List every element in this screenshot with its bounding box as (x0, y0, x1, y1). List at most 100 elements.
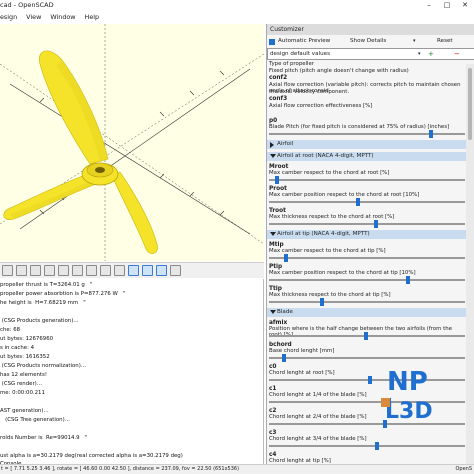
param-description: Max camber position respect to the chord… (269, 192, 420, 198)
param-slider[interactable] (269, 442, 465, 450)
view-center-icon[interactable] (100, 265, 111, 276)
np3d-logo: NP L3D (381, 367, 433, 424)
slider-thumb[interactable] (373, 220, 378, 228)
view-toolbar (0, 262, 264, 278)
chevron-down-icon: ▾ (413, 38, 416, 44)
add-preset-icon[interactable]: + (428, 50, 434, 58)
view-top-icon[interactable] (2, 265, 13, 276)
param-slider[interactable] (269, 176, 465, 184)
param-description: Axial flow correction effectiveness [%] (269, 103, 373, 109)
console-line: ut bytes: 12676960 (0, 336, 54, 342)
param-description: Chord lenght at 3/4 of the blade [%] (269, 436, 367, 442)
show-scale-icon[interactable] (156, 265, 167, 276)
param-slider[interactable] (269, 254, 465, 262)
console-line: AST generation)... (0, 408, 49, 414)
auto-preview-label: Automatic Preview (278, 38, 331, 44)
console-panel: propeller thrust is T=3264.01 g " propel… (0, 279, 264, 474)
slider-thumb[interactable] (428, 130, 433, 138)
preset-select[interactable]: design default values (270, 51, 330, 57)
section-header[interactable]: Blade (267, 308, 467, 317)
slider-thumb[interactable] (274, 176, 279, 184)
chevron-down-icon (270, 154, 276, 158)
view-right-icon[interactable] (44, 265, 55, 276)
param-slider[interactable] (269, 130, 465, 138)
slider-thumb[interactable] (364, 332, 368, 340)
console-line: rolds Number is Re=99014.9 " (0, 435, 88, 441)
menu-view[interactable]: View (26, 13, 41, 21)
console-line: (CSG Tree generation)... (0, 417, 70, 423)
menu-design[interactable]: esign (0, 13, 17, 21)
title-bar: cad - OpenSCAD – □ ✕ (0, 0, 474, 10)
section-label: Blade (277, 309, 293, 315)
console-line: me: 0:00:00.211 (0, 390, 45, 396)
console-line: (CSG render)... (0, 381, 42, 387)
param-description: Max thickness respect to the chord at ro… (269, 214, 395, 220)
slider-thumb[interactable] (367, 376, 372, 384)
param-description: Base chord lenght [mm] (269, 348, 335, 354)
param-description: Max camber respect to the chord at root … (269, 170, 390, 176)
param-description: Max thickness respect to the chord at ti… (269, 292, 391, 298)
orthogonal-icon[interactable] (128, 265, 139, 276)
minimize-icon[interactable]: – (420, 0, 438, 10)
param-description: the axial velocity component. (269, 89, 350, 95)
slider-thumb[interactable] (284, 254, 289, 262)
console-line: ust alpha is a=30.2179 deg(real correcte… (0, 453, 183, 459)
console-line: propeller power absorbtion is P=877.276 … (0, 291, 126, 297)
param-slider[interactable] (269, 332, 465, 340)
view-left-icon[interactable] (30, 265, 41, 276)
param-description: Chord lenght at tip [%] (269, 458, 331, 464)
section-header[interactable]: Airfoil at tip (NACA 4-digit, MPTT) (267, 230, 467, 239)
menu-window[interactable]: Window (50, 13, 75, 21)
param-slider[interactable] (269, 276, 465, 284)
propeller-render (0, 24, 264, 261)
slider-thumb[interactable] (375, 442, 380, 450)
view-bottom-icon[interactable] (16, 265, 27, 276)
show-edges-icon[interactable] (170, 265, 181, 276)
menu-help[interactable]: Help (85, 13, 100, 21)
3d-viewport[interactable] (0, 24, 264, 261)
param-description: Type of propeller (269, 61, 315, 67)
customizer-title: Customizer (267, 24, 474, 35)
auto-preview-checkbox[interactable] (269, 39, 275, 45)
slider-thumb[interactable] (282, 354, 287, 362)
remove-preset-icon[interactable]: − (454, 50, 460, 58)
param-description: Max camber position respect to the chord… (269, 270, 416, 276)
chevron-right-icon (270, 142, 274, 148)
show-details-select[interactable]: Show Details (350, 38, 386, 44)
status-app: OpenS (455, 466, 472, 472)
param-slider[interactable] (269, 354, 465, 362)
maximize-icon[interactable]: □ (438, 0, 456, 10)
show-axes-icon[interactable] (142, 265, 153, 276)
perspective-icon[interactable] (114, 265, 125, 276)
status-text: t = [ 7.71 5.25 3.46 ], rotate = [ 46.60… (1, 466, 240, 472)
chevron-down-icon (270, 310, 276, 314)
console-line: (CSG Products generation)... (0, 318, 79, 324)
svg-text:NP: NP (387, 367, 428, 397)
param-name: conf2 (269, 75, 288, 81)
section-label: Airfoil (277, 141, 294, 147)
param-slider[interactable] (269, 298, 465, 306)
param-name: conf3 (269, 96, 288, 102)
console-line: he height is H=7.68219 mm " (0, 300, 86, 306)
slider-thumb[interactable] (320, 298, 325, 306)
view-front-icon[interactable] (58, 265, 69, 276)
console-line: s in cache: 4 (0, 345, 35, 351)
scrollbar[interactable] (466, 64, 474, 464)
close-icon[interactable]: ✕ (456, 0, 474, 10)
scrollbar-thumb[interactable] (468, 68, 472, 140)
slider-thumb[interactable] (356, 198, 361, 206)
console-line: propeller thrust is T=3264.01 g " (0, 282, 93, 288)
menu-bar: esign View Window Help (0, 10, 474, 23)
view-back-icon[interactable] (72, 265, 83, 276)
window-title: cad - OpenSCAD (0, 1, 54, 9)
param-slider[interactable] (269, 220, 465, 228)
section-header[interactable]: Airfoil (267, 140, 467, 149)
view-diagonal-icon[interactable] (86, 265, 97, 276)
reset-button[interactable]: Reset (437, 38, 453, 44)
console-line: che: 68 (0, 327, 21, 333)
section-label: Airfoil at tip (NACA 4-digit, MPTT) (277, 231, 370, 237)
section-header[interactable]: Airfoil at root (NACA 4-digit, MPTT) (267, 152, 467, 161)
slider-thumb[interactable] (405, 276, 410, 284)
param-slider[interactable] (269, 198, 465, 206)
section-label: Airfoil at root (NACA 4-digit, MPTT) (277, 153, 374, 159)
